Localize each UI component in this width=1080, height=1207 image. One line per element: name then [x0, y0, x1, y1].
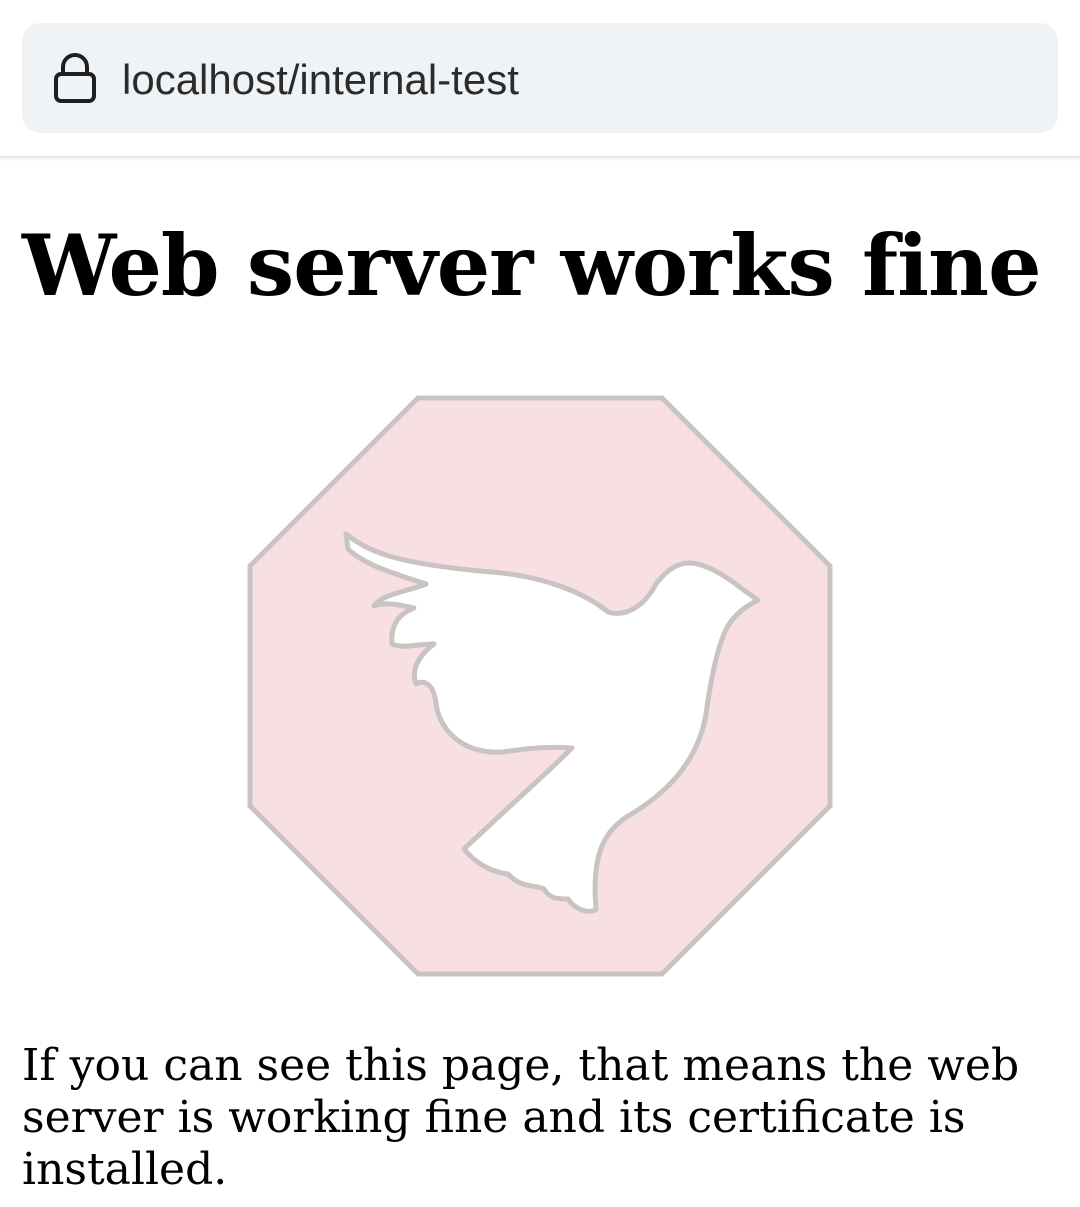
- page-title: Web server works fine: [22, 216, 1042, 315]
- browser-toolbar: localhost/internal-test: [0, 0, 1080, 157]
- intro-paragraph: If you can see this page, that means the…: [22, 1040, 1020, 1195]
- lock-icon[interactable]: [52, 52, 98, 104]
- dove-octagon-logo: [247, 395, 833, 977]
- url-text[interactable]: localhost/internal-test: [122, 54, 519, 106]
